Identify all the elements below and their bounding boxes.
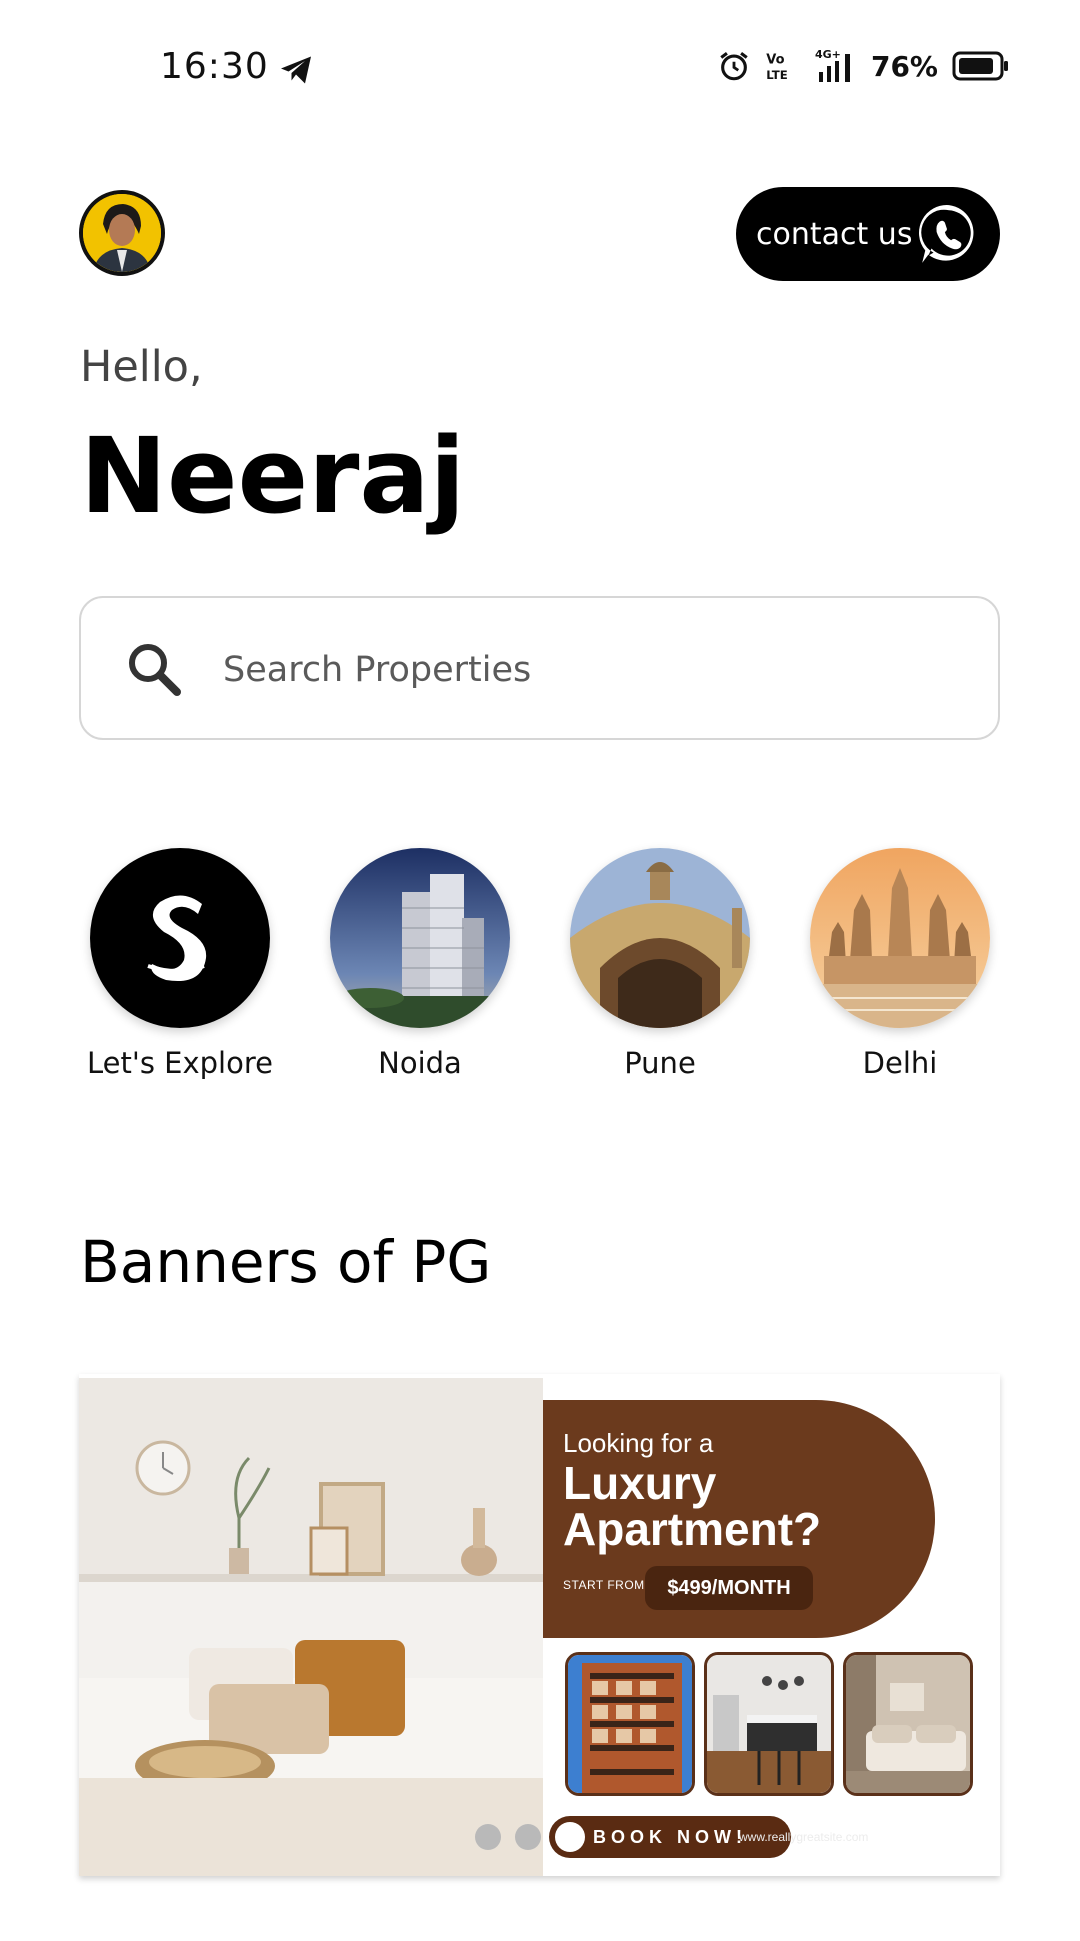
battery-icon bbox=[952, 51, 1008, 81]
contact-us-label: contact us bbox=[756, 216, 913, 252]
search-input[interactable] bbox=[223, 638, 963, 702]
signal-icon: 4G+ bbox=[815, 48, 850, 82]
banner-price-badge: $499/MONTH bbox=[645, 1566, 813, 1610]
whatsapp-icon bbox=[919, 205, 974, 263]
battery-percentage: 76% bbox=[870, 49, 938, 83]
category-label: Delhi bbox=[862, 1046, 938, 1080]
alarm-icon bbox=[720, 52, 748, 81]
carousel-dot-active[interactable] bbox=[555, 1822, 585, 1852]
user-name: Neeraj bbox=[80, 415, 466, 537]
category-lets-explore[interactable]: Let's Explore bbox=[60, 848, 300, 1088]
banner-thumb-building bbox=[565, 1652, 695, 1796]
category-list: Let's Explore Noida Pune Delhi bbox=[60, 848, 1020, 1088]
banner-website: www.reallygreatsite.com bbox=[739, 1830, 869, 1844]
search-icon bbox=[129, 644, 181, 696]
banner-kicker: Looking for a bbox=[563, 1428, 714, 1458]
category-delhi[interactable]: Delhi bbox=[780, 848, 1020, 1088]
carousel-dot[interactable] bbox=[515, 1824, 541, 1850]
category-label: Pune bbox=[624, 1046, 696, 1080]
category-label: Let's Explore bbox=[87, 1046, 273, 1080]
svg-text:LTE: LTE bbox=[766, 68, 787, 82]
svg-text:4G+: 4G+ bbox=[815, 48, 841, 61]
banner-bedroom-photo bbox=[79, 1378, 543, 1876]
category-label: Noida bbox=[378, 1046, 462, 1080]
telegram-icon bbox=[281, 56, 311, 84]
status-icons: Vo LTE 4G+ 76% bbox=[717, 48, 1010, 84]
volte-icon: Vo LTE bbox=[766, 52, 787, 82]
brand-s-logo-icon bbox=[90, 848, 270, 1028]
status-time: 16:30 bbox=[160, 46, 269, 87]
banner-headline: Luxury Apartment? bbox=[563, 1457, 822, 1555]
banner-thumb-kitchen bbox=[704, 1652, 834, 1796]
banner-start-from: START FROM bbox=[563, 1578, 645, 1592]
contact-us-button[interactable]: contact us bbox=[736, 187, 1000, 281]
svg-text:Vo: Vo bbox=[766, 52, 784, 67]
historic-arch-icon bbox=[570, 848, 750, 1028]
carousel-dot[interactable] bbox=[475, 1824, 501, 1850]
status-bar: 16:30 Vo LTE 4G+ 76% bbox=[0, 0, 1080, 140]
avatar[interactable] bbox=[79, 190, 165, 276]
search-bar[interactable] bbox=[79, 596, 1000, 740]
city-towers-icon bbox=[330, 848, 510, 1028]
category-pune[interactable]: Pune bbox=[540, 848, 780, 1088]
section-title: Banners of PG bbox=[80, 1228, 492, 1296]
banner-thumb-bedroom bbox=[843, 1652, 973, 1796]
temple-icon bbox=[810, 848, 990, 1028]
banner-carousel[interactable]: Looking for a Luxury Apartment? START FR… bbox=[79, 1374, 1000, 1876]
greeting-hello: Hello, bbox=[80, 342, 203, 392]
user-photo bbox=[83, 194, 161, 272]
carousel-indicators bbox=[475, 1822, 585, 1852]
category-noida[interactable]: Noida bbox=[300, 848, 540, 1088]
